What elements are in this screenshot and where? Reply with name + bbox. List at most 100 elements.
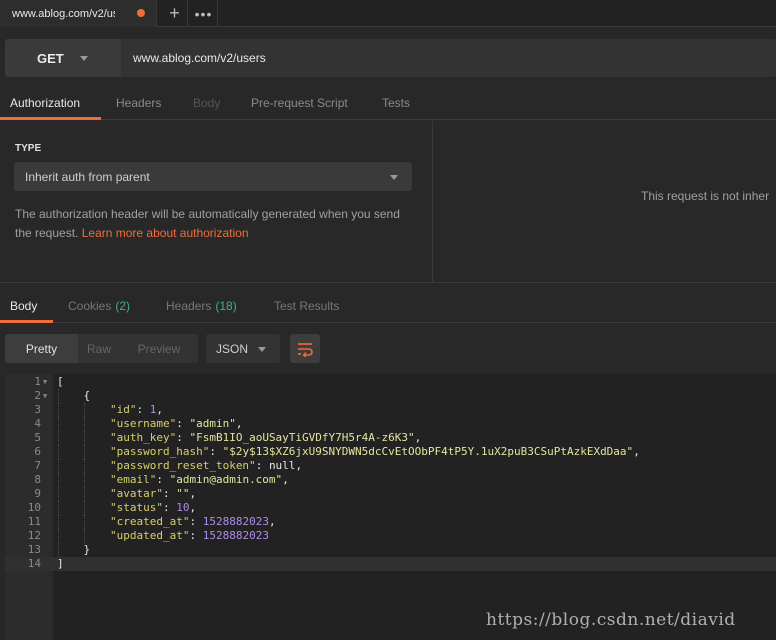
pretty-button[interactable]: Pretty — [5, 334, 78, 363]
line-number: 7 — [34, 459, 41, 472]
chevron-down-icon — [258, 347, 266, 352]
json-value: 1528882023 — [202, 515, 269, 528]
json-key: "created_at" — [109, 515, 190, 528]
json-key: "status" — [109, 501, 163, 514]
json-key: "password_hash" — [109, 445, 210, 458]
tab-response-headers[interactable]: Headers (18) — [166, 288, 237, 323]
tab-test-results[interactable]: Test Results — [274, 288, 339, 323]
json-key: "email" — [109, 473, 157, 486]
request-tabs: Authorization Headers Body Pre-request S… — [0, 86, 776, 120]
line-number: 1 — [34, 375, 41, 388]
new-tab-button[interactable]: + — [162, 0, 188, 27]
json-value: "$2y$13$XZ6jxU9SNYDWN5dcCvEtOObPF4tP5Y.1… — [222, 445, 634, 458]
line-number: 14 — [27, 557, 41, 570]
preview-button[interactable]: Preview — [120, 334, 198, 363]
json-value: 1528882023 — [202, 529, 269, 542]
code-line: 13 } — [5, 543, 776, 557]
format-dropdown[interactable]: JSON — [206, 334, 280, 363]
auth-type-value: Inherit auth from parent — [25, 169, 150, 184]
line-number: 6 — [34, 445, 41, 458]
json-value: null — [268, 459, 296, 472]
code-text: "updated_at": 1528882023 — [109, 529, 269, 542]
json-value: "admin@admin.com" — [169, 473, 283, 486]
url-input[interactable]: www.ablog.com/v2/users — [133, 39, 266, 77]
code-text: "id": 1, — [109, 403, 163, 416]
tab-strip: www.ablog.com/v2/us + ••• — [0, 0, 776, 27]
tab-cookies[interactable]: Cookies (2) — [68, 288, 130, 323]
code-line: 8 "email": "admin@admin.com", — [5, 473, 776, 487]
tab-authorization[interactable]: Authorization — [10, 86, 80, 120]
line-number: 11 — [27, 515, 41, 528]
code-text: "status": 10, — [109, 501, 197, 514]
request-tab[interactable]: www.ablog.com/v2/us — [0, 0, 157, 27]
json-value: "FsmB1IO_aoUSayTiGVDfY7H5r4A-z6K3" — [189, 431, 415, 444]
request-tab-title: www.ablog.com/v2/us — [12, 7, 115, 20]
code-line: 7 "password_reset_token": null, — [5, 459, 776, 473]
tab-tests[interactable]: Tests — [382, 86, 410, 120]
view-mode-segment: Pretty Raw Preview — [5, 334, 198, 363]
tab-response-body[interactable]: Body — [10, 288, 37, 323]
chevron-down-icon — [390, 175, 398, 180]
panel-divider — [432, 121, 433, 282]
code-line: 9 "avatar": "", — [5, 487, 776, 501]
watermark-text: https://blog.csdn.net/diavid — [486, 610, 736, 630]
more-tabs-button[interactable]: ••• — [190, 0, 218, 27]
line-number: 5 — [34, 431, 41, 444]
headers-label: Headers — [166, 298, 212, 313]
raw-button[interactable]: Raw — [78, 334, 120, 363]
line-number: 9 — [34, 487, 41, 500]
unsaved-dot-icon — [137, 9, 145, 17]
json-value: "" — [176, 487, 190, 500]
cookies-label: Cookies — [68, 298, 112, 313]
tab-pre-request-script[interactable]: Pre-request Script — [251, 86, 348, 120]
request-bar: GET www.ablog.com/v2/users — [5, 39, 776, 77]
code-line: 3 "id": 1, — [5, 403, 776, 417]
json-key: "updated_at" — [109, 529, 190, 542]
headers-count-badge: (18) — [215, 298, 237, 313]
json-key: "avatar" — [109, 487, 163, 500]
response-divider — [0, 282, 776, 283]
code-text: "username": "admin", — [109, 417, 243, 430]
cookies-count-badge: (2) — [115, 298, 131, 313]
code-text: [ — [57, 375, 64, 388]
code-line: 2 ▼ { — [5, 389, 776, 403]
auth-type-dropdown[interactable]: Inherit auth from parent — [14, 162, 412, 191]
type-label: TYPE — [15, 143, 42, 154]
method-label: GET — [37, 50, 64, 66]
json-key: "auth_key" — [109, 431, 177, 444]
code-text: "password_hash": "$2y$13$XZ6jxU9SNYDWN5d… — [109, 445, 640, 458]
response-view-toolbar: Pretty Raw Preview JSON — [0, 324, 776, 374]
active-response-tab-indicator — [0, 320, 53, 323]
code-line: 1 ▼ [ — [5, 375, 776, 389]
code-line: 5 "auth_key": "FsmB1IO_aoUSayTiGVDfY7H5r… — [5, 431, 776, 445]
code-text: "password_reset_token": null, — [109, 459, 303, 472]
code-text: "auth_key": "FsmB1IO_aoUSayTiGVDfY7H5r4A… — [109, 431, 422, 444]
chevron-down-icon — [79, 55, 88, 61]
format-value: JSON — [216, 341, 249, 356]
code-line: 4 "username": "admin", — [5, 417, 776, 431]
json-code: 1 ▼ [2 ▼ {3 "id": 1, 4 "username": "admin", 5… — [5, 375, 776, 571]
line-number: 12 — [27, 529, 41, 542]
tab-body[interactable]: Body — [193, 86, 220, 120]
wrap-lines-icon — [298, 342, 313, 357]
wrap-lines-button[interactable] — [290, 334, 320, 363]
code-text: "avatar": "", — [109, 487, 197, 500]
line-number: 8 — [34, 473, 41, 486]
learn-more-link[interactable]: Learn more about authorization — [82, 226, 249, 240]
fold-arrow-icon[interactable]: ▼ — [43, 389, 47, 403]
response-tabs: Body Cookies (2) Headers (18) Test Resul… — [0, 288, 776, 323]
json-key: "password_reset_token" — [109, 459, 256, 472]
code-line: 14] — [5, 557, 776, 571]
code-line: 12 "updated_at": 1528882023 — [5, 529, 776, 543]
code-line: 6 "password_hash": "$2y$13$XZ6jxU9SNYDWN… — [5, 445, 776, 459]
auth-help-text: The authorization header will be automat… — [15, 205, 415, 243]
line-number: 10 — [27, 501, 41, 514]
json-key: "id" — [109, 403, 137, 416]
code-text: ] — [57, 557, 64, 570]
method-dropdown[interactable]: GET — [5, 39, 121, 77]
tab-headers[interactable]: Headers — [116, 86, 161, 120]
fold-arrow-icon[interactable]: ▼ — [43, 375, 47, 389]
auth-panel — [0, 121, 432, 282]
json-value: "admin" — [189, 417, 236, 430]
line-number: 2 — [34, 389, 41, 402]
